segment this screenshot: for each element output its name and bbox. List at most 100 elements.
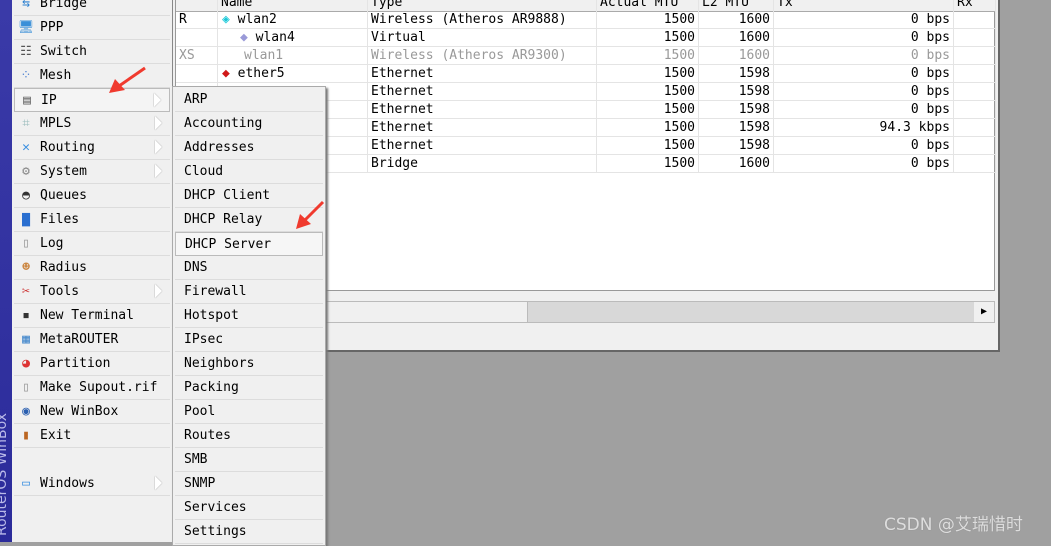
virtual-icon: ◆ [240,30,248,45]
menu-item-new-terminal[interactable]: ▪ New Terminal [14,304,170,328]
files-icon: ▇ [22,212,30,227]
switch-icon: ☷ [20,44,32,59]
submenu-arrow-icon [154,93,161,107]
submenu-item-packing[interactable]: Packing [175,376,323,400]
radius-icon: ☻ [22,260,30,275]
metarouter-icon: ▦ [22,332,30,347]
l2mtu-cell: 1600 [699,47,774,64]
menu-item-windows[interactable]: ▭ Windows [14,472,170,496]
mtu-cell: 1500 [597,155,699,172]
menu-item-label: Windows [40,476,95,491]
submenu-item-firewall[interactable]: Firewall [175,280,323,304]
type-cell: Ethernet [368,83,597,100]
scroll-track[interactable] [528,302,974,322]
l2mtu-cell: 1600 [699,29,774,46]
table-row[interactable]: ◆ wlan4 Virtual 1500 1600 0 bps [176,29,996,47]
submenu-item-snmp[interactable]: SNMP [175,472,323,496]
side-label: RouterOS WinBox [0,412,10,536]
l2mtu-cell: 1598 [699,137,774,154]
windows-icon: ▭ [22,476,30,491]
winbox-icon: ◉ [22,404,30,419]
menu-item-queues[interactable]: ◓ Queues [14,184,170,208]
menu-item-partition[interactable]: ◕ Partition [14,352,170,376]
submenu-arrow-icon [155,164,162,178]
mtu-cell: 1500 [597,137,699,154]
flag-cell: R [176,11,218,28]
tx-cell: 94.3 kbps [774,119,954,136]
supout-icon: ▯ [22,380,30,395]
tx-cell: 0 bps [774,155,954,172]
mtu-cell: 1500 [597,83,699,100]
menu-item-radius[interactable]: ☻ Radius [14,256,170,280]
submenu-arrow-icon [155,116,162,130]
l2mtu-cell: 1600 [699,155,774,172]
menu-item-make-supout-rif[interactable]: ▯ Make Supout.rif [14,376,170,400]
menu-item-label: Radius [40,260,87,275]
submenu-item-accounting[interactable]: Accounting [175,112,323,136]
submenu-item-smb[interactable]: SMB [175,448,323,472]
tx-cell: 0 bps [774,65,954,82]
submenu-item-cloud[interactable]: Cloud [175,160,323,184]
log-icon: ▯ [22,236,30,251]
column-header[interactable]: Name [218,0,368,11]
mtu-cell: 1500 [597,29,699,46]
submenu-item-pool[interactable]: Pool [175,400,323,424]
mtu-cell: 1500 [597,65,699,82]
mesh-icon: ⁘ [20,68,32,83]
submenu-item-routes[interactable]: Routes [175,424,323,448]
menu-item-exit[interactable]: ▮ Exit [14,424,170,448]
rx-cell [954,29,996,46]
bridge-icon: ⇆ [22,0,30,11]
menu-item-ppp[interactable]: 🖥 PPP [14,16,170,40]
menu-item-tools[interactable]: ✂ Tools [14,280,170,304]
submenu-item-settings[interactable]: Settings [175,520,323,544]
menu-item-mpls[interactable]: ⌗ MPLS [14,112,170,136]
menu-item-new-winbox[interactable]: ◉ New WinBox [14,400,170,424]
table-row[interactable]: XS wlan1 Wireless (Atheros AR9300) 1500 … [176,47,996,65]
menu-item-label: Switch [40,44,87,59]
scroll-right-icon[interactable]: ▶ [974,302,994,322]
winbox-side-strip: RouterOS WinBox [0,0,12,542]
table-row[interactable]: R ◈ wlan2 Wireless (Atheros AR9888) 1500… [176,11,996,29]
column-header[interactable]: L2 MTU [699,0,774,11]
submenu-item-hotspot[interactable]: Hotspot [175,304,323,328]
column-header[interactable]: Tx [774,0,954,11]
menu-item-metarouter[interactable]: ▦ MetaROUTER [14,328,170,352]
menu-item-label: Exit [40,428,72,443]
menu-item-routing[interactable]: ✕ Routing [14,136,170,160]
flag-cell [176,29,218,46]
menu-item-label: New WinBox [40,404,119,419]
submenu-item-services[interactable]: Services [175,496,323,520]
table-row[interactable]: ◆ ether5 Ethernet 1500 1598 0 bps [176,65,996,83]
menu-item-files[interactable]: ▇ Files [14,208,170,232]
menu-item-log[interactable]: ▯ Log [14,232,170,256]
terminal-icon: ▪ [22,308,30,323]
menu-item-bridge[interactable]: ⇆ Bridge [14,0,170,16]
mtu-cell: 1500 [597,11,699,28]
submenu-item-dhcp-server[interactable]: DHCP Server [175,232,323,256]
rx-cell [954,137,996,154]
submenu-item-arp[interactable]: ARP [175,88,323,112]
column-header[interactable]: Actual MTU [597,0,699,11]
menu-item-label: MPLS [40,116,72,131]
menu-item-system[interactable]: ⚙ System [14,160,170,184]
menu-item-switch[interactable]: ☷ Switch [14,40,170,64]
l2mtu-cell: 1598 [699,101,774,118]
submenu-item-ipsec[interactable]: IPsec [175,328,323,352]
menu-item-label: Files [40,212,80,227]
ppp-icon: 🖥 [17,20,35,35]
submenu-item-addresses[interactable]: Addresses [175,136,323,160]
menu-item-label: New Terminal [40,308,134,323]
column-header[interactable]: Type [368,0,597,11]
watermark: CSDN @艾瑞惜时 [884,515,1023,535]
menu-item-label: Make Supout.rif [40,380,158,395]
tx-cell: 0 bps [774,47,954,64]
flag-cell [176,65,218,82]
column-header[interactable] [176,0,218,11]
rx-cell [954,83,996,100]
menu-item-label: System [40,164,87,179]
l2mtu-cell: 1600 [699,11,774,28]
submenu-item-neighbors[interactable]: Neighbors [175,352,323,376]
column-header[interactable]: Rx [954,0,996,11]
submenu-item-dns[interactable]: DNS [175,256,323,280]
